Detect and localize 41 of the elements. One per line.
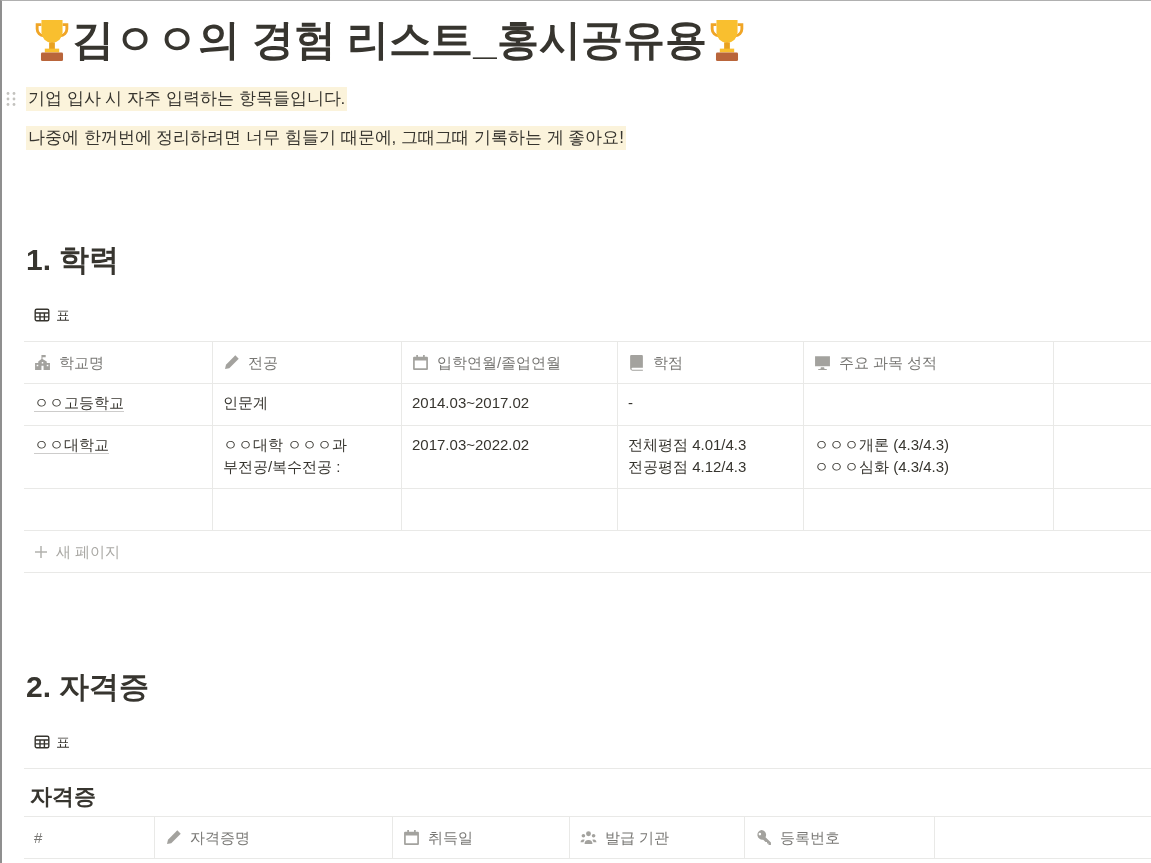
pencil-icon xyxy=(165,829,182,847)
school-icon xyxy=(34,354,51,372)
key-icon xyxy=(755,829,772,847)
pencil-icon xyxy=(223,354,240,372)
note-text: 기업 입사 시 자주 입력하는 항목들입니다. xyxy=(26,87,348,112)
page-link[interactable]: ㅇㅇ대학교 xyxy=(34,436,109,455)
table-cell: ㅇㅇ대학 ㅇㅇㅇ과 부전공/복수전공 : xyxy=(213,426,402,489)
section-heading: 1. 학력 xyxy=(25,242,121,279)
page-title: 김ㅇㅇ의 경험 리스트_홍시공유용 xyxy=(72,15,707,65)
table-cell: 2014.03~2017.02 xyxy=(402,384,618,426)
book-icon xyxy=(628,354,645,372)
column-header[interactable]: # xyxy=(24,817,155,859)
table-cell: 전체평점 4.01/4.3 전공평점 4.12/4.3 xyxy=(618,426,804,489)
table-icon xyxy=(34,307,50,324)
column-header[interactable]: 취득일 xyxy=(393,817,570,859)
table-icon xyxy=(34,734,50,751)
table-cell: 2017.03~2022.02 xyxy=(402,426,618,489)
add-page-button[interactable]: 새 페이지 xyxy=(24,531,131,573)
section-heading: 2. 자격증 xyxy=(25,669,151,706)
view-tab[interactable]: 표 xyxy=(30,730,74,755)
column-header[interactable]: 전공 xyxy=(213,342,402,384)
note-text: 나중에 한꺼번에 정리하려면 너무 힘들기 때문에, 그때그때 기록하는 게 좋아요! xyxy=(26,126,626,151)
column-header[interactable]: 학점 xyxy=(618,342,804,384)
column-header[interactable]: 발급 기관 xyxy=(570,817,745,859)
column-header[interactable]: 등록번호 xyxy=(745,817,935,859)
table-cell: ㅇㅇㅇ개론 (4.3/4.3) ㅇㅇㅇ심화 (4.3/4.3) xyxy=(804,426,1054,489)
column-header[interactable]: 주요 과목 성적 xyxy=(804,342,1054,384)
page-link[interactable]: ㅇㅇ고등학교 xyxy=(34,394,124,413)
calendar-icon xyxy=(412,354,429,372)
column-header[interactable]: 학교명 xyxy=(24,342,213,384)
view-tab[interactable]: 표 xyxy=(30,303,74,328)
drag-handle-icon[interactable] xyxy=(6,91,16,108)
plus-icon xyxy=(34,544,48,559)
table-cell: 인문계 xyxy=(213,384,402,426)
monitor-icon xyxy=(814,354,831,372)
column-header[interactable]: 자격증명 xyxy=(155,817,393,859)
table-title: 자격증 xyxy=(29,783,97,812)
calendar-icon xyxy=(403,829,420,847)
people-icon xyxy=(580,829,597,847)
table-cell: - xyxy=(618,384,804,426)
column-header[interactable]: 입학연월/졸업연월 xyxy=(402,342,618,384)
